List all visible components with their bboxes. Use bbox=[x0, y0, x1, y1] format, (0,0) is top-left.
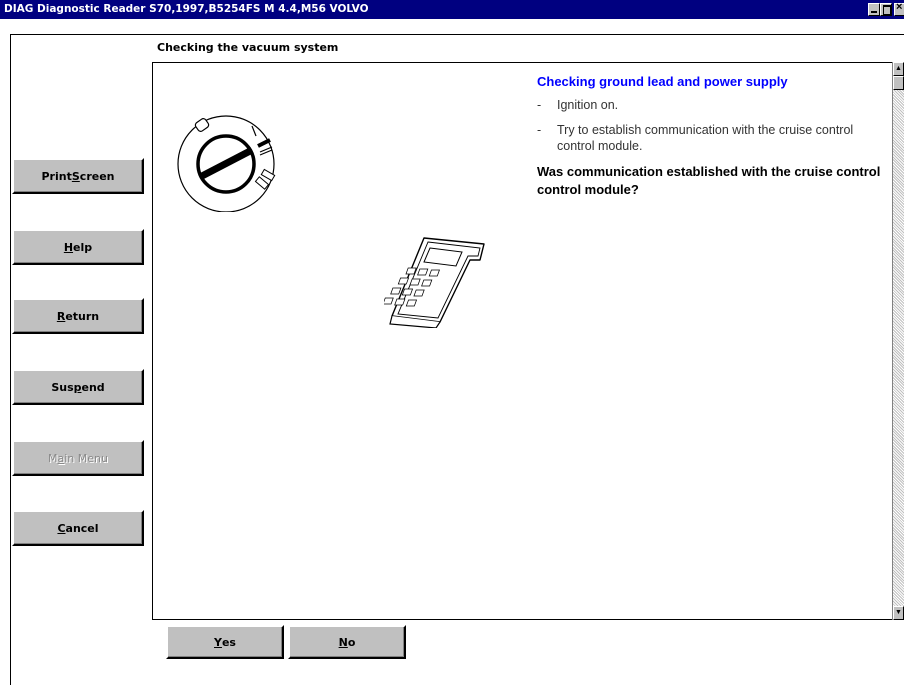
return-button[interactable]: Return bbox=[12, 298, 144, 334]
step-bullet: - bbox=[537, 123, 542, 137]
left-panel bbox=[10, 34, 152, 685]
button-label: creen bbox=[79, 169, 115, 183]
ignition-switch-icon bbox=[177, 115, 276, 212]
instruction-step: - Ignition on. bbox=[537, 97, 887, 113]
button-label: elp bbox=[73, 240, 93, 254]
close-icon: × bbox=[896, 1, 903, 13]
window-titlebar: DIAG Diagnostic Reader S70,1997,B5254FS … bbox=[0, 0, 904, 19]
cancel-button[interactable]: Cancel bbox=[12, 510, 144, 546]
vertical-scrollbar[interactable]: ▲ ▼ bbox=[892, 62, 904, 620]
window-title: DIAG Diagnostic Reader S70,1997,B5254FS … bbox=[4, 3, 369, 15]
button-label: M bbox=[48, 451, 58, 465]
button-label-accelerator: R bbox=[56, 309, 66, 323]
step-bullet: - bbox=[537, 98, 542, 112]
suspend-button[interactable]: Sus p end bbox=[12, 369, 144, 405]
button-label-accelerator: H bbox=[63, 240, 74, 254]
instruction-step: - Try to establish communication with th… bbox=[537, 122, 887, 154]
button-label-accelerator: C bbox=[57, 521, 66, 535]
button-label-accelerator: p bbox=[73, 380, 82, 394]
button-label-accelerator: Y bbox=[214, 635, 222, 649]
button-label: es bbox=[221, 635, 236, 649]
button-label-accelerator: a bbox=[57, 451, 65, 465]
instruction-panel: Checking ground lead and power supply - … bbox=[537, 74, 887, 199]
help-button[interactable]: Help bbox=[12, 229, 144, 265]
button-label: Print bbox=[41, 169, 72, 183]
no-button[interactable]: No bbox=[288, 625, 406, 659]
button-label: in Menu bbox=[64, 451, 108, 465]
button-label-accelerator: N bbox=[338, 635, 348, 649]
button-label: end bbox=[81, 380, 105, 394]
instruction-heading: Checking ground lead and power supply bbox=[537, 74, 788, 89]
button-label: o bbox=[347, 635, 356, 649]
button-label: ancel bbox=[65, 521, 99, 535]
close-button[interactable]: × bbox=[894, 1, 904, 16]
button-label: eturn bbox=[65, 309, 100, 323]
instruction-question: Was communication established with the c… bbox=[537, 164, 881, 197]
diagnostic-reader-icon bbox=[384, 237, 485, 328]
step-text: Ignition on. bbox=[557, 98, 619, 112]
scroll-up-icon[interactable]: ▲ bbox=[893, 62, 904, 76]
button-label-accelerator: S bbox=[71, 169, 80, 183]
button-label: Sus bbox=[51, 380, 74, 394]
page-header: Checking the vacuum system bbox=[152, 34, 904, 62]
maximize-button[interactable] bbox=[880, 3, 892, 16]
main-menu-button[interactable]: Ma in Menu bbox=[12, 440, 144, 476]
step-text: Try to establish communication with the … bbox=[557, 123, 854, 153]
minimize-button[interactable] bbox=[868, 3, 880, 16]
page-title: Checking the vacuum system bbox=[157, 41, 339, 54]
scroll-thumb[interactable] bbox=[893, 76, 904, 90]
print-screen-button[interactable]: Print Screen bbox=[12, 158, 144, 194]
yes-button[interactable]: Yes bbox=[166, 625, 284, 659]
scroll-down-icon[interactable]: ▼ bbox=[893, 606, 904, 620]
